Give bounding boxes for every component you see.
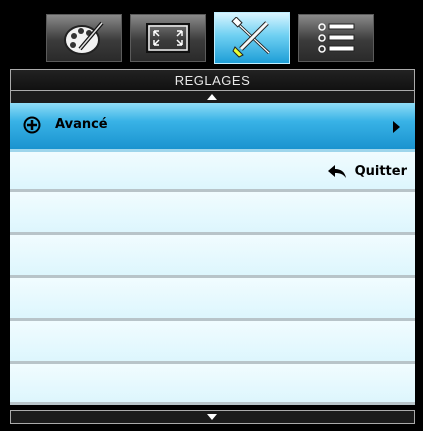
triangle-up-icon bbox=[207, 94, 217, 100]
tab-display[interactable] bbox=[130, 14, 206, 62]
menu-item-advanced[interactable]: Avancé bbox=[10, 103, 415, 152]
menu-item-empty-3 bbox=[10, 278, 415, 321]
fullscreen-icon bbox=[146, 23, 190, 53]
menu-item-advanced-label: Avancé bbox=[55, 117, 108, 132]
list-icon bbox=[318, 23, 355, 53]
quit-label: Quitter bbox=[354, 164, 407, 179]
menu-tabs bbox=[2, 8, 421, 64]
osd-menu: REGLAGES Avancé Quitter bbox=[2, 2, 421, 429]
triangle-down-icon bbox=[207, 414, 217, 420]
menu-item-empty-5 bbox=[10, 364, 415, 405]
tab-options[interactable] bbox=[298, 14, 374, 62]
menu-item-empty-2 bbox=[10, 235, 415, 278]
tab-settings[interactable] bbox=[214, 12, 290, 64]
plus-circle-icon bbox=[23, 116, 41, 134]
scroll-up-indicator[interactable] bbox=[10, 91, 415, 103]
menu-item-empty-4 bbox=[10, 321, 415, 364]
quit-button[interactable]: Quitter bbox=[327, 164, 407, 179]
return-arrow-icon bbox=[327, 164, 346, 178]
menu-item-quit[interactable]: Quitter bbox=[10, 152, 415, 192]
chevron-right-icon bbox=[393, 121, 400, 133]
menu-list: Avancé Quitter bbox=[10, 103, 415, 405]
palette-icon bbox=[64, 21, 104, 55]
scroll-down-indicator[interactable] bbox=[10, 410, 415, 424]
tools-icon bbox=[231, 17, 271, 58]
menu-item-empty-1 bbox=[10, 192, 415, 235]
tab-image[interactable] bbox=[46, 14, 122, 62]
menu-title: REGLAGES bbox=[10, 69, 415, 91]
